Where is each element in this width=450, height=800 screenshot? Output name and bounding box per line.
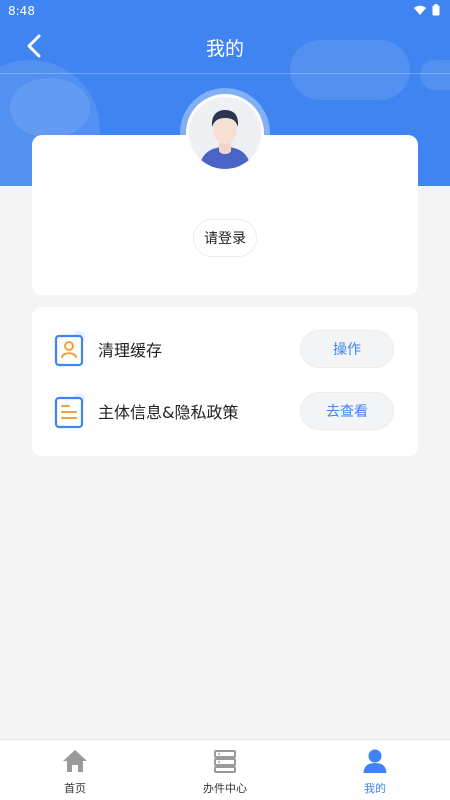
- operate-button[interactable]: 操作: [300, 330, 394, 368]
- status-time: 8:48: [8, 4, 35, 18]
- view-button[interactable]: 去查看: [300, 392, 394, 430]
- nav-bar: 我的: [0, 22, 450, 74]
- tab-label: 办件中心: [203, 782, 247, 795]
- tab-bar: 首页 办件中心 我的: [0, 739, 450, 800]
- default-avatar-icon: [189, 97, 261, 169]
- menu-item-privacy-policy[interactable]: 主体信息&隐私政策 去查看: [32, 381, 418, 441]
- battery-icon: [432, 3, 440, 19]
- wifi-icon: [414, 4, 426, 18]
- avatar[interactable]: [186, 94, 264, 172]
- tab-office-center[interactable]: 办件中心: [150, 740, 300, 800]
- menu-item-label: 清理缓存: [98, 341, 163, 360]
- back-arrow-icon: [26, 34, 42, 62]
- menu-card: 清理缓存 操作 主体信息&隐私政策 去查看: [32, 307, 418, 456]
- back-button[interactable]: [18, 32, 50, 64]
- page-title: 我的: [205, 38, 244, 60]
- menu-item-label: 主体信息&隐私政策: [98, 403, 239, 422]
- tab-label: 首页: [64, 782, 86, 795]
- tab-home[interactable]: 首页: [0, 740, 150, 800]
- tab-label: 我的: [364, 782, 386, 795]
- document-icon: [54, 393, 86, 429]
- login-button[interactable]: 请登录: [193, 219, 257, 257]
- status-bar: 8:48: [0, 0, 450, 22]
- tab-mine[interactable]: 我的: [300, 740, 450, 800]
- home-icon: [62, 748, 88, 774]
- avatar-ring: [180, 88, 270, 178]
- server-icon: [212, 748, 238, 774]
- menu-item-clear-cache[interactable]: 清理缓存 操作: [32, 319, 418, 379]
- person-icon: [362, 748, 388, 774]
- user-badge-icon: [54, 331, 86, 367]
